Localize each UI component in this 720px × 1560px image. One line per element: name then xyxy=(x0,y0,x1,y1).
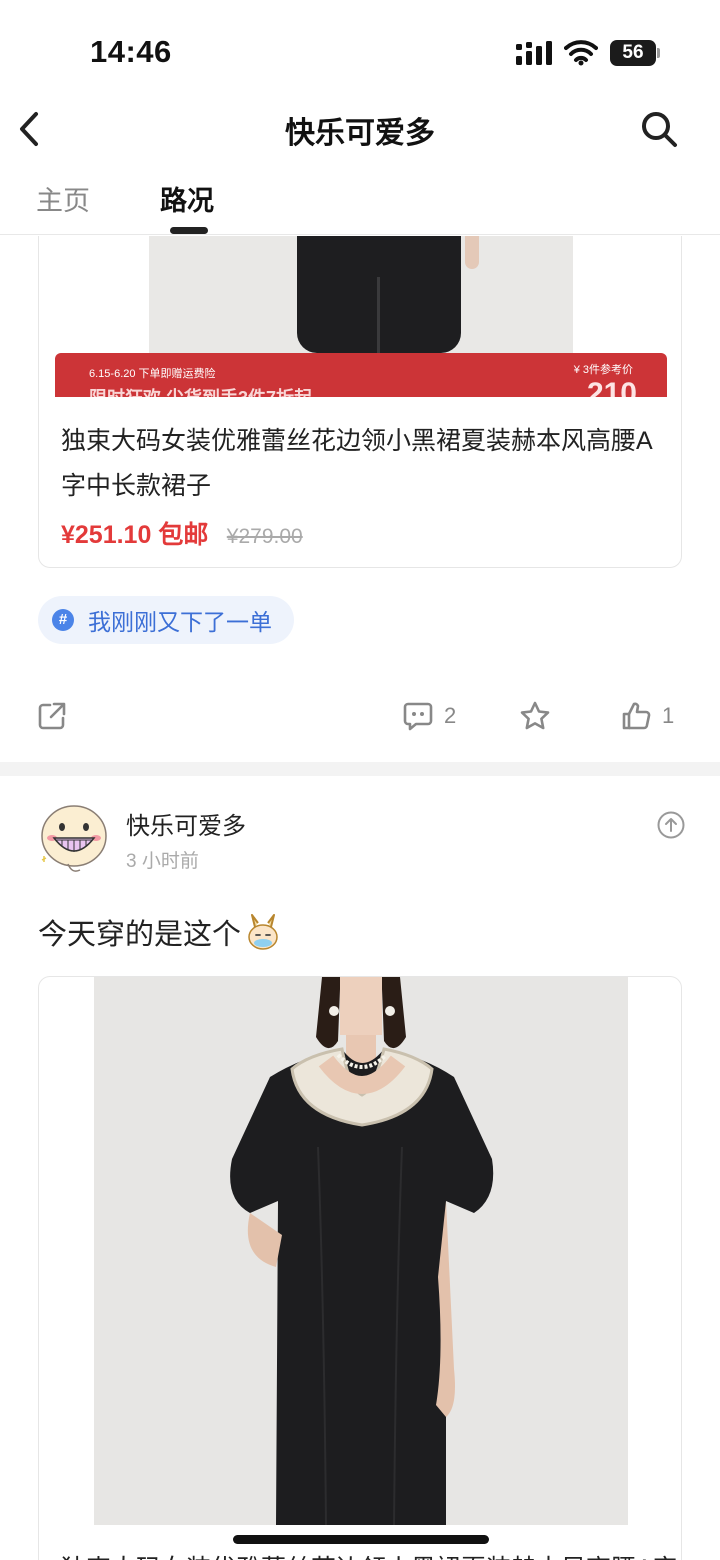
avatar[interactable] xyxy=(38,800,110,876)
search-icon[interactable] xyxy=(638,108,680,150)
battery-cap xyxy=(657,48,660,58)
feed: 6.15-6.20 下单即赠运费险 ¥ 3件参考价 限时狂欢 尖货到手3件7折起… xyxy=(0,236,720,1560)
product-card[interactable]: 6.15-6.20 下单即赠运费险 ¥ 3件参考价 限时狂欢 尖货到手3件7折起… xyxy=(38,236,682,568)
status-time: 14:46 xyxy=(90,34,172,69)
status-bar: 14:46 56 xyxy=(0,0,720,100)
hand-graphic xyxy=(465,236,479,269)
post-timestamp: 3 小时前 xyxy=(126,851,199,872)
like-count: 1 xyxy=(662,703,675,728)
post-text: 今天穿的是这个 xyxy=(38,919,242,951)
like-button[interactable]: 1 xyxy=(620,698,674,734)
promo-price: 210 xyxy=(586,377,637,397)
tab-home[interactable]: 主页 xyxy=(36,179,90,218)
tab-road-status[interactable]: 路况 xyxy=(160,179,214,218)
share-icon xyxy=(38,702,66,730)
product-image xyxy=(149,236,573,353)
home-indicator xyxy=(233,1535,489,1544)
promo-banner: 6.15-6.20 下单即赠运费险 ¥ 3件参考价 限时狂欢 尖货到手3件7折起… xyxy=(55,353,667,397)
favorite-button[interactable] xyxy=(519,698,551,734)
bunny-emoji-icon xyxy=(248,914,278,950)
promo-subtitle: 限时狂欢 尖货到手3件7折起 xyxy=(89,384,312,397)
author-name[interactable]: 快乐可爱多 xyxy=(126,806,246,841)
page-title: 快乐可爱多 xyxy=(285,117,435,150)
arrow-up-circle-icon[interactable] xyxy=(656,810,686,840)
post-content: 今天穿的是这个 xyxy=(38,912,283,952)
product-title: 独束大码女装优雅蕾丝花边领小黑裙夏装赫本风高腰A字中长款裙子 xyxy=(61,427,653,500)
wifi-icon xyxy=(564,40,598,66)
product-card-2[interactable]: 独束大码女装优雅蕾丝花边领小黑裙夏装赫本风高腰A字中长款裙子 xyxy=(38,976,682,1560)
product-title: 独束大码女装优雅蕾丝花边领小黑裙夏装赫本风高腰A字中长款裙子 xyxy=(61,1549,681,1560)
promo-reference: ¥ 3件参考价 xyxy=(573,364,633,376)
original-price: ¥279.00 xyxy=(226,525,303,548)
signal-icon xyxy=(516,41,552,65)
topic-tag[interactable]: # 我刚刚又下了一单 xyxy=(38,596,294,644)
star-icon xyxy=(520,701,550,730)
hashtag-icon: # xyxy=(52,609,74,631)
promo-date: 6.15-6.20 下单即赠运费险 xyxy=(89,368,216,380)
tab-bar: 主页 路况 xyxy=(0,165,720,235)
current-price: ¥251.10 包邮 xyxy=(61,521,209,549)
share-button[interactable] xyxy=(36,698,68,734)
comment-button[interactable]: 2 xyxy=(402,698,456,734)
product-image xyxy=(94,977,628,1525)
price-row: ¥251.10 包邮 ¥279.00 xyxy=(61,515,303,551)
dress-slit xyxy=(377,277,380,353)
comment-icon xyxy=(403,702,433,731)
comment-count: 2 xyxy=(444,703,457,728)
topic-label: 我刚刚又下了一单 xyxy=(88,609,272,635)
battery-level: 56 xyxy=(610,40,656,66)
header-bar: 快乐可爱多 xyxy=(0,100,720,160)
post-action-bar: 2 1 xyxy=(0,694,720,742)
thumbs-up-icon xyxy=(622,702,651,730)
tab-active-indicator xyxy=(170,227,208,234)
post-separator xyxy=(0,762,720,776)
